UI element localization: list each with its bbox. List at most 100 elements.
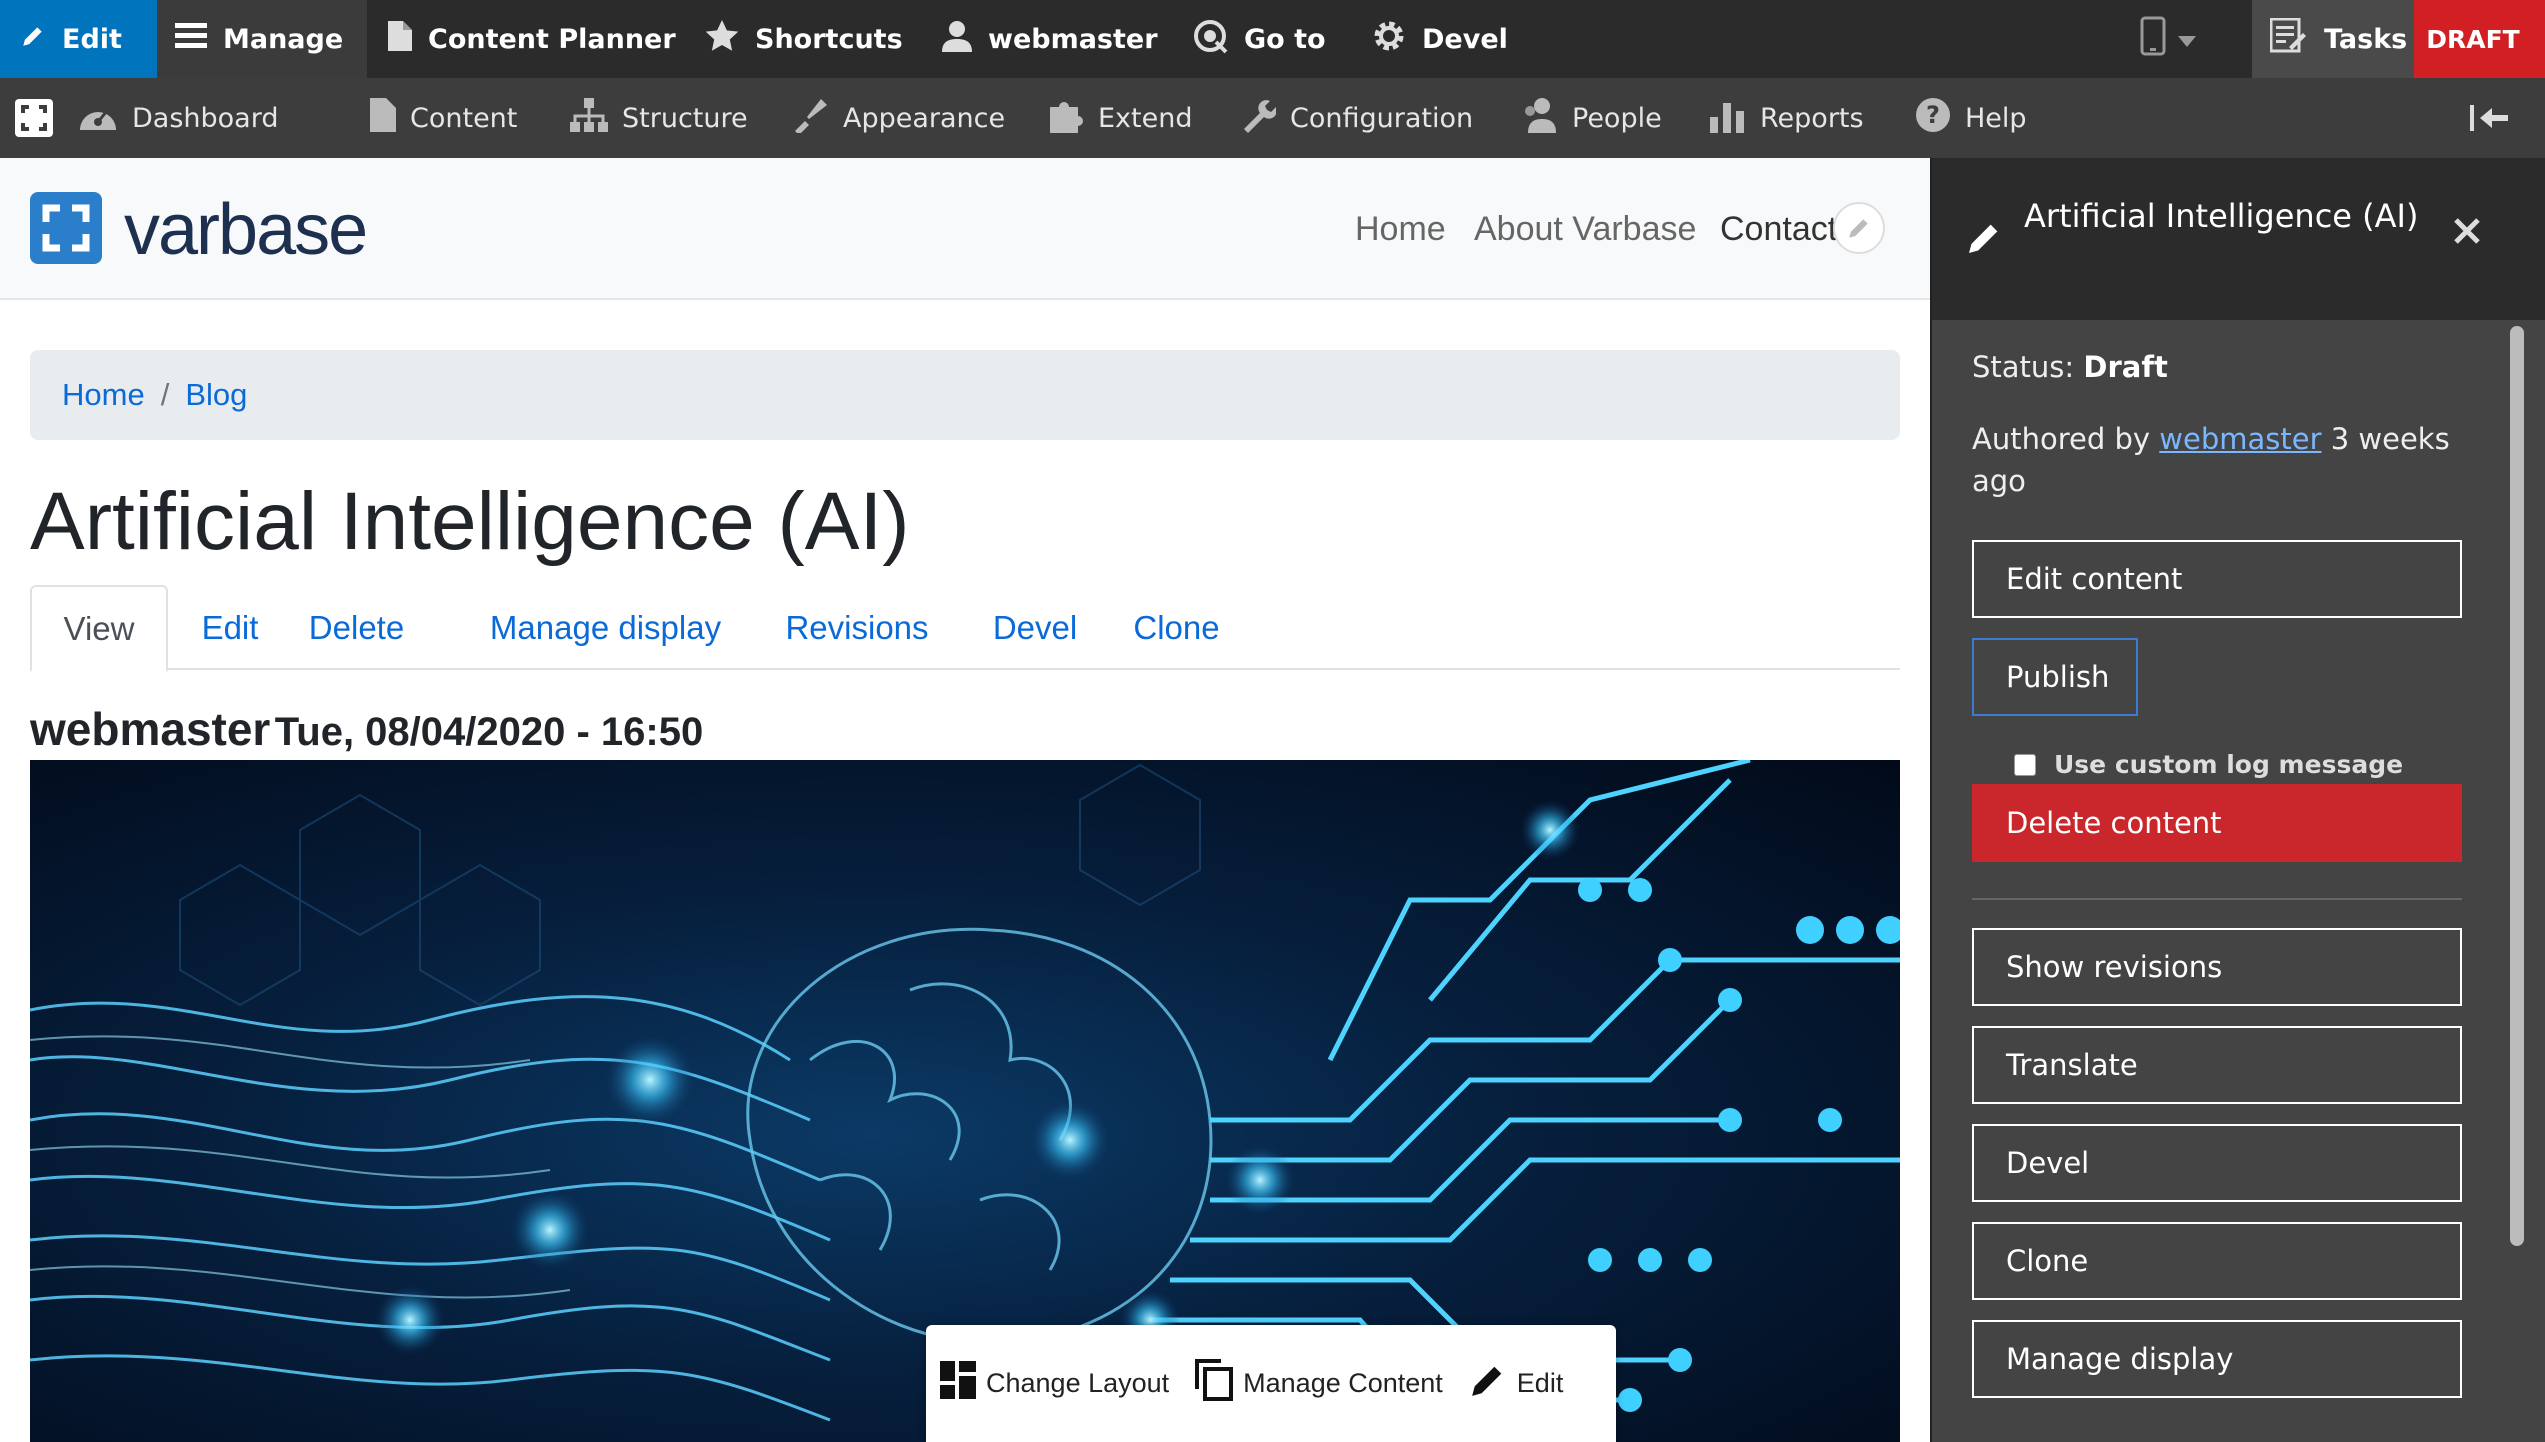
menu-help[interactable]: ? Help <box>1915 78 2027 158</box>
sidebar-title: Artificial Intelligence (AI) <box>2024 197 2419 235</box>
mobile-device-icon <box>2140 16 2166 63</box>
menu-structure-label: Structure <box>622 102 748 134</box>
dashboard-icon <box>78 98 118 139</box>
draft-label: DRAFT <box>2426 24 2520 54</box>
document-icon <box>370 97 396 139</box>
sidebar-header: Artificial Intelligence (AI) <box>1932 158 2545 320</box>
document-icon <box>388 20 412 58</box>
site-logo[interactable]: varbase <box>30 190 368 270</box>
byline-date: Tue, 08/04/2020 - 16:50 <box>274 710 704 754</box>
status-value: Draft <box>2083 350 2168 384</box>
toolbar-content-planner-button[interactable]: Content Planner <box>388 0 676 78</box>
nav-home-link[interactable]: Home <box>1355 210 1446 249</box>
toolbar-goto-label: Go to <box>1244 23 1326 55</box>
layout-builder-toolbar: Change Layout Manage Content Edit <box>926 1325 1616 1442</box>
tab-delete[interactable]: Delete <box>294 585 419 670</box>
toolbar-content-planner-label: Content Planner <box>428 23 676 55</box>
show-revisions-button[interactable]: Show revisions <box>1972 928 2462 1006</box>
draft-status-badge: DRAFT <box>2414 0 2532 78</box>
toolbar-edge <box>2532 0 2545 78</box>
layout-edit-button[interactable]: Edit <box>1469 1361 1564 1406</box>
change-layout-label: Change Layout <box>986 1368 1170 1398</box>
toolbar-devel-button[interactable]: Devel <box>1372 0 1508 78</box>
page-title: Artificial Intelligence (AI) <box>30 476 910 567</box>
svg-text:?: ? <box>1926 101 1940 129</box>
menu-dashboard[interactable]: Dashboard <box>78 78 278 158</box>
toolbar-edit-button[interactable]: Edit <box>0 0 157 78</box>
layout-icon <box>940 1361 976 1406</box>
tab-devel[interactable]: Devel <box>985 585 1085 670</box>
toolbar-manage-button[interactable]: Manage <box>157 0 367 78</box>
menu-content-label: Content <box>410 102 518 134</box>
layout-edit-label: Edit <box>1516 1368 1564 1398</box>
device-preview-button[interactable] <box>2140 0 2196 78</box>
tab-view[interactable]: View <box>30 585 168 672</box>
status-label: Status: <box>1972 350 2075 384</box>
varbase-home-icon[interactable] <box>14 78 54 158</box>
sitemap-icon <box>570 97 608 139</box>
toolbar-devel-label: Devel <box>1422 23 1508 55</box>
tab-clone[interactable]: Clone <box>1124 585 1229 670</box>
chevron-down-icon <box>2178 24 2196 55</box>
breadcrumb-separator: / <box>160 377 170 412</box>
checkbox-box[interactable] <box>2014 753 2036 776</box>
collapse-menu-icon[interactable] <box>2470 78 2510 158</box>
translate-button[interactable]: Translate <box>1972 1026 2462 1104</box>
byline-author: webmaster <box>30 703 271 755</box>
menu-extend[interactable]: Extend <box>1048 78 1193 158</box>
site-header: varbase Home About Varbase Contact <box>0 158 1930 300</box>
manage-display-button[interactable]: Manage display <box>1972 1320 2462 1398</box>
toolbar-user-button[interactable]: webmaster <box>942 0 1158 78</box>
moderation-sidebar: Artificial Intelligence (AI) Status: Dra… <box>1930 158 2545 1442</box>
menu-reports-label: Reports <box>1760 102 1864 134</box>
article-byline: webmaster Tue, 08/04/2020 - 16:50 <box>30 702 703 756</box>
publish-button[interactable]: Publish <box>1972 638 2138 716</box>
menu-configuration-label: Configuration <box>1290 102 1474 134</box>
goto-icon <box>1192 18 1228 61</box>
authored-prefix: Authored by <box>1972 422 2151 456</box>
menu-configuration[interactable]: Configuration <box>1240 78 1473 158</box>
authored-line: Authored by webmaster 3 weeks ago <box>1972 418 2472 502</box>
wrench-icon <box>1240 97 1277 140</box>
edit-content-button[interactable]: Edit content <box>1972 540 2462 618</box>
logo-text-var: var <box>124 190 220 270</box>
sidebar-scrollbar[interactable] <box>2510 326 2524 1246</box>
menu-reports[interactable]: Reports <box>1710 78 1864 158</box>
change-layout-button[interactable]: Change Layout <box>940 1361 1169 1406</box>
bar-chart-icon <box>1710 97 1746 140</box>
menu-structure[interactable]: Structure <box>570 78 748 158</box>
admin-menu-bar: Dashboard Content Structure Appearance E… <box>0 78 2545 158</box>
tab-manage-display[interactable]: Manage display <box>478 585 733 670</box>
status-line: Status: Draft <box>1972 350 2168 384</box>
help-icon: ? <box>1915 97 1951 140</box>
varbase-logo-icon <box>30 192 102 268</box>
user-icon <box>942 20 972 59</box>
breadcrumb-blog[interactable]: Blog <box>185 377 247 413</box>
menu-content[interactable]: Content <box>370 78 517 158</box>
clone-button[interactable]: Clone <box>1972 1222 2462 1300</box>
nav-about-link[interactable]: About Varbase <box>1474 210 1696 249</box>
close-icon[interactable] <box>2452 216 2482 250</box>
menu-people-label: People <box>1572 102 1662 134</box>
toolbar-shortcuts-label: Shortcuts <box>755 23 903 55</box>
menu-appearance-label: Appearance <box>843 102 1006 134</box>
menu-people[interactable]: People <box>1520 78 1662 158</box>
delete-content-button[interactable]: Delete content <box>1972 784 2462 862</box>
custom-log-checkbox[interactable]: Use custom log message <box>2014 750 2403 779</box>
puzzle-icon <box>1048 97 1084 140</box>
contextual-edit-pencil-icon[interactable] <box>1833 202 1885 254</box>
nav-contact-link[interactable]: Contact <box>1720 210 1837 249</box>
toolbar-tasks-button[interactable]: Tasks <box>2252 0 2414 78</box>
tab-revisions[interactable]: Revisions <box>767 585 947 670</box>
author-link[interactable]: webmaster <box>2159 422 2321 456</box>
tab-edit[interactable]: Edit <box>180 585 280 670</box>
devel-button[interactable]: Devel <box>1972 1124 2462 1202</box>
menu-appearance[interactable]: Appearance <box>793 78 1005 158</box>
toolbar-goto-button[interactable]: Go to <box>1192 0 1326 78</box>
custom-log-label: Use custom log message <box>2054 750 2404 779</box>
manage-content-button[interactable]: Manage Content <box>1195 1359 1443 1408</box>
toolbar-shortcuts-button[interactable]: Shortcuts <box>705 0 903 78</box>
breadcrumb-home[interactable]: Home <box>62 377 145 413</box>
paintbrush-icon <box>793 97 829 140</box>
menu-dashboard-label: Dashboard <box>132 102 279 134</box>
